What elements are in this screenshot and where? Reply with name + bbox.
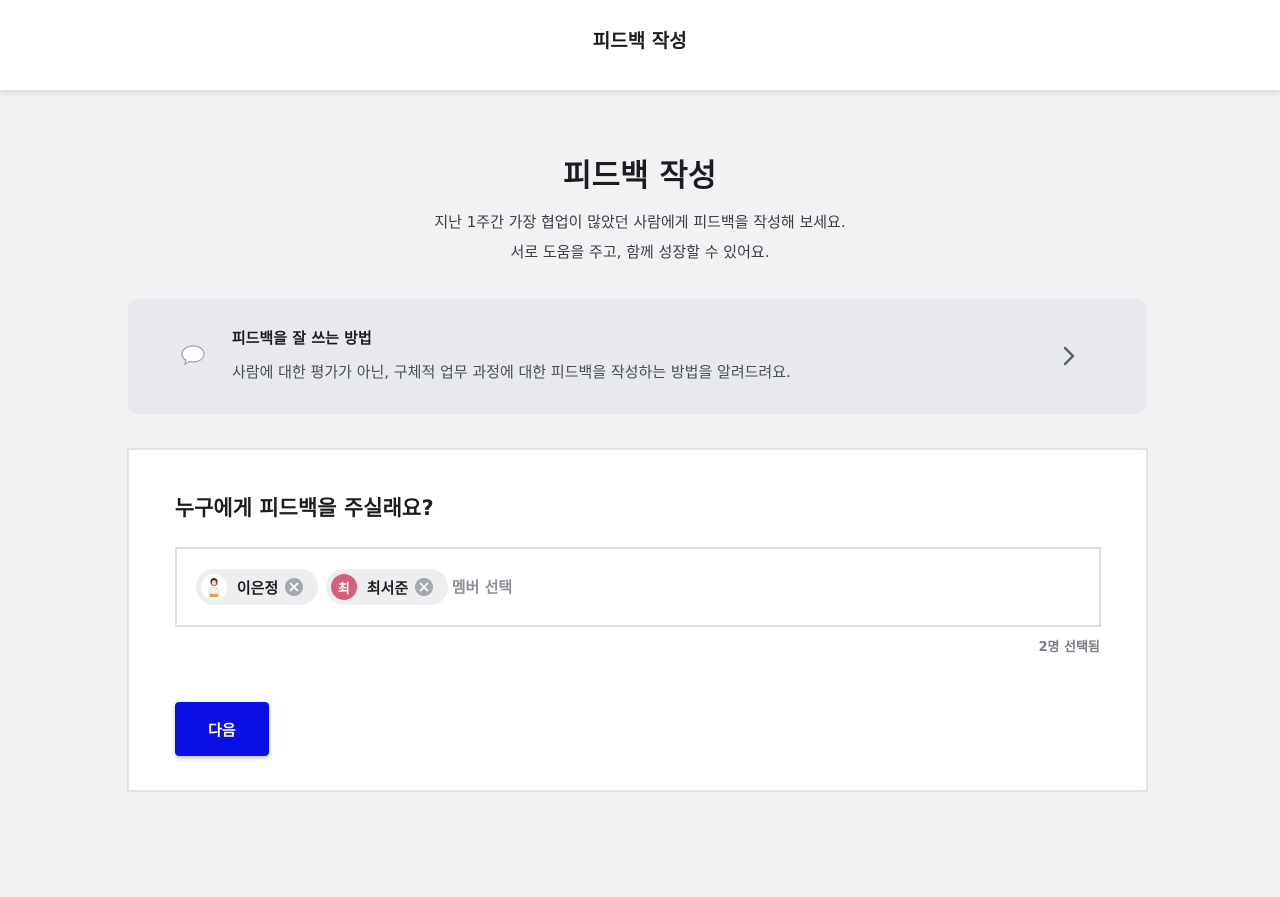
member-chip-name: 이은정 [237, 578, 279, 597]
feedback-tips-card[interactable]: 피드백을 잘 쓰는 방법 사람에 대한 평가가 아닌, 구체적 업무 과정에 대… [128, 299, 1146, 414]
person-photo-icon [201, 574, 227, 600]
member-chip-name: 최서준 [367, 578, 409, 597]
top-bar-title: 피드백 작성 [592, 29, 687, 52]
page-description: 지난 1주간 가장 협업이 많았던 사람에게 피드백을 작성해 보세요. 서로 … [0, 207, 1280, 267]
recipient-question: 누구에게 피드백을 주실래요? [175, 496, 434, 520]
remove-member-icon[interactable] [284, 577, 304, 597]
avatar: 최 [331, 574, 357, 600]
top-bar: 피드백 작성 [0, 0, 1280, 90]
page-description-line-2: 서로 도움을 주고, 함께 성장할 수 있어요. [510, 243, 770, 261]
next-button[interactable]: 다음 [175, 702, 269, 756]
avatar [201, 574, 227, 600]
chevron-right-icon [1063, 346, 1075, 366]
member-select-placeholder[interactable]: 멤버 선택 [452, 576, 512, 597]
member-select-field[interactable]: 이은정 최 최서준 멤버 선택 [175, 547, 1101, 627]
selected-count: 2명 선택됨 [1038, 640, 1100, 655]
tips-title: 피드백을 잘 쓰는 방법 [232, 329, 372, 347]
page-title: 피드백 작성 [563, 158, 717, 194]
page-description-line-1: 지난 1주간 가장 협업이 많았던 사람에게 피드백을 작성해 보세요. [434, 213, 846, 231]
member-chip: 최 최서준 [326, 569, 448, 605]
member-chip: 이은정 [196, 569, 318, 605]
remove-member-icon[interactable] [414, 577, 434, 597]
speech-bubble-icon [181, 345, 205, 366]
tips-description: 사람에 대한 평가가 아닌, 구체적 업무 과정에 대한 피드백을 작성하는 방… [232, 363, 791, 381]
recipient-panel: 누구에게 피드백을 주실래요? 이은정 최 최서준 멤버 선택 2명 선택됨 다… [127, 448, 1148, 792]
